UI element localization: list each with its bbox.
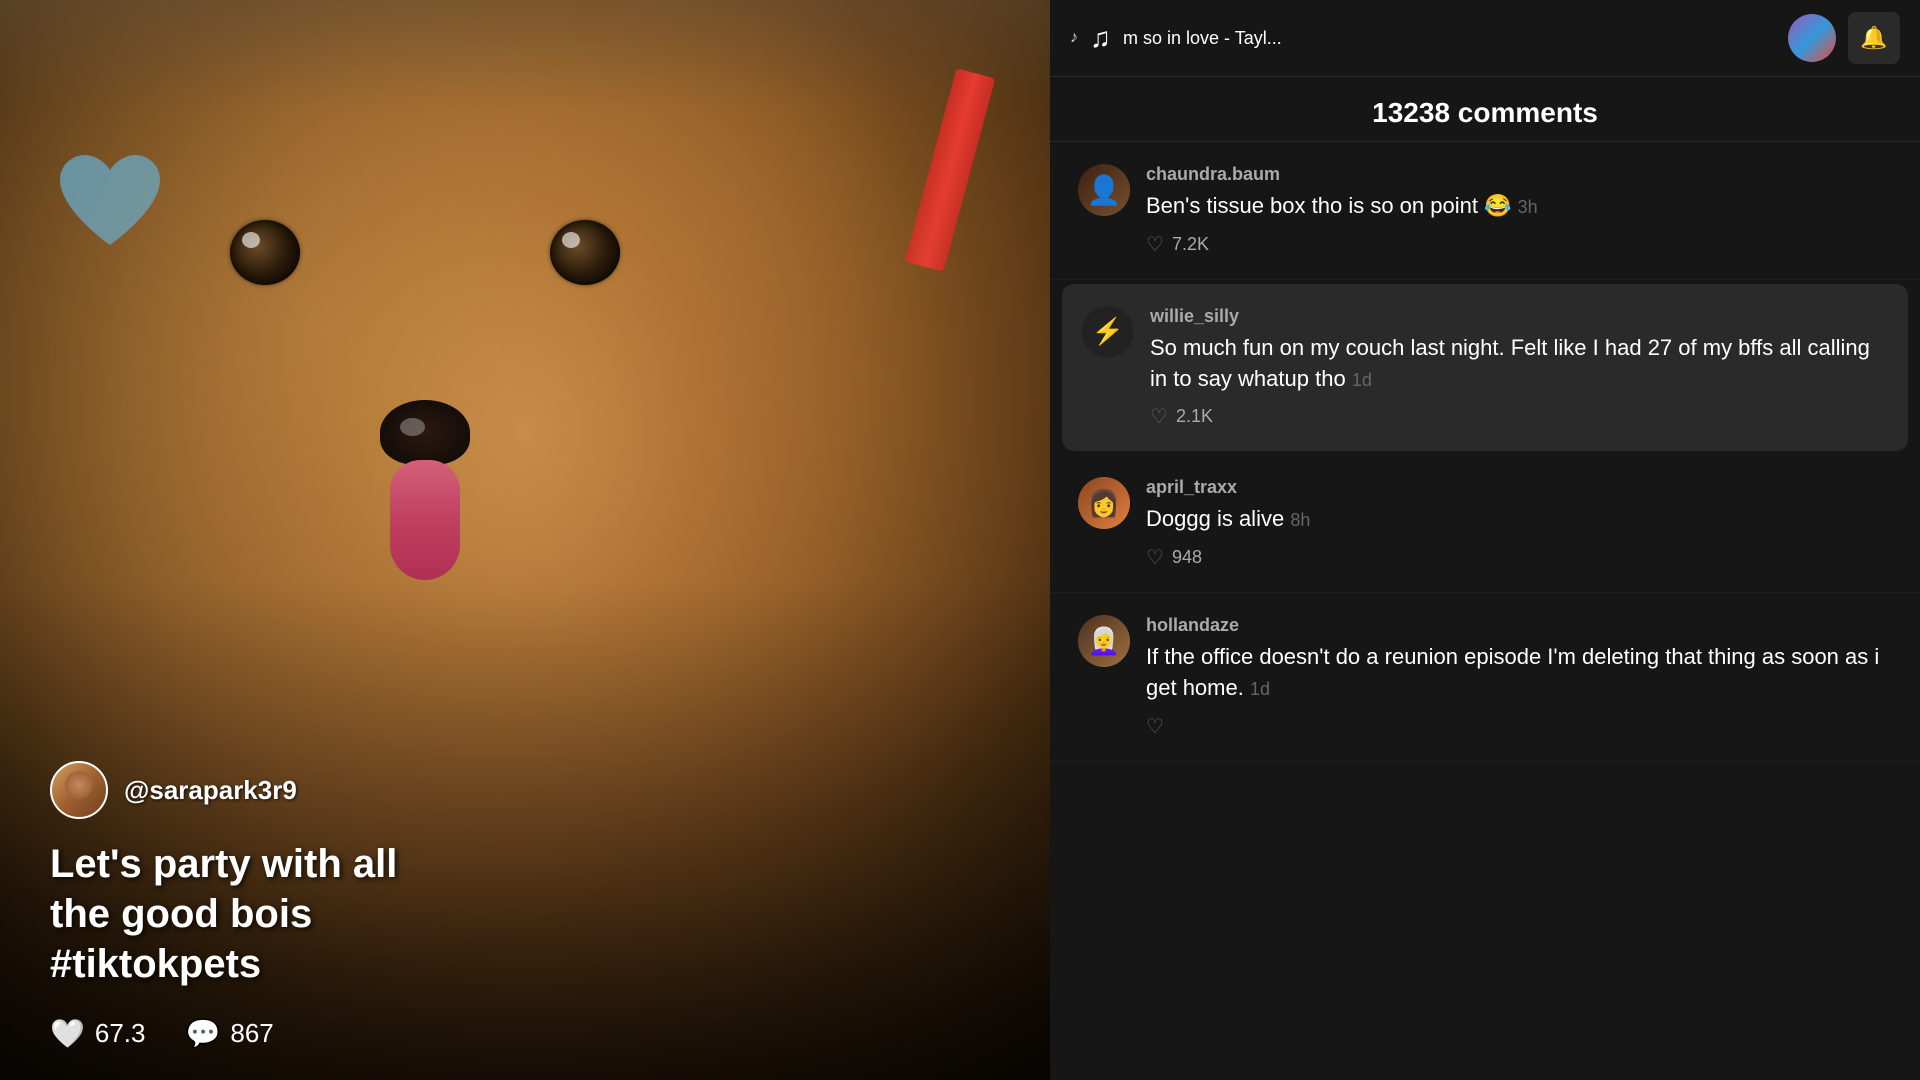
comment-item-hollandaze: 👩‍🦳 hollandaze If the office doesn't do … <box>1050 593 1920 762</box>
dog-eye-right <box>550 220 620 285</box>
comment-text-chaundra: Ben's tissue box tho is so on point 😂 3h <box>1146 191 1892 222</box>
comment-avatar-april[interactable]: 👩 <box>1078 477 1130 529</box>
dog-nose <box>380 400 470 465</box>
comment-body-willie: willie_silly So much fun on my couch las… <box>1150 306 1888 430</box>
comment-item-april: 👩 april_traxx Doggg is alive 8h ♡ 948 <box>1050 455 1920 593</box>
like-count-willie: 2.1K <box>1176 406 1213 427</box>
comments-count-bar: 13238 comments <box>1050 77 1920 142</box>
avatar-face-willie: ⚡ <box>1082 306 1134 358</box>
avatar-face-april: 👩 <box>1078 477 1130 529</box>
comment-time-hollandaze: 1d <box>1250 679 1270 699</box>
top-bar-actions: 🔔 <box>1788 12 1900 64</box>
comments-count: 867 <box>230 1018 273 1049</box>
comment-username-hollandaze: hollandaze <box>1146 615 1892 636</box>
comment-time: 3h <box>1518 197 1538 217</box>
music-marquee: ♪ ♫ m so in love - Tayl... <box>1070 22 1788 54</box>
video-panel: @sarapark3r9 Let's party with all the go… <box>0 0 1050 1080</box>
comment-footer-april: ♡ 948 <box>1146 545 1892 570</box>
comment-avatar-hollandaze[interactable]: 👩‍🦳 <box>1078 615 1130 667</box>
video-caption: Let's party with all the good bois #tikt… <box>50 839 650 989</box>
comment-username: chaundra.baum <box>1146 164 1892 185</box>
author-name: @sarapark3r9 <box>124 775 297 806</box>
author-row: @sarapark3r9 <box>50 761 1050 819</box>
dog-eye-left <box>230 220 300 285</box>
avatar-face: 👤 <box>1078 164 1130 216</box>
like-count: 7.2K <box>1172 234 1209 255</box>
comments-list[interactable]: 👤 chaundra.baum Ben's tissue box tho is … <box>1050 142 1920 1080</box>
author-avatar[interactable] <box>50 761 108 819</box>
comment-avatar-chaundra[interactable]: 👤 <box>1078 164 1130 216</box>
comment-time-willie: 1d <box>1352 370 1372 390</box>
music-track-text: m so in love - Tayl... <box>1123 28 1282 49</box>
music-note-large-icon: ♫ <box>1090 22 1111 54</box>
bell-icon: 🔔 <box>1860 25 1887 51</box>
top-bar: ♪ ♫ m so in love - Tayl... 🔔 <box>1050 0 1920 77</box>
likes-stat[interactable]: 🤍 67.3 <box>50 1017 145 1050</box>
comment-text-willie: So much fun on my couch last night. Felt… <box>1150 333 1888 395</box>
like-icon-hollandaze[interactable]: ♡ <box>1146 714 1164 739</box>
comment-item-highlighted: ⚡ willie_silly So much fun on my couch l… <box>1062 284 1908 452</box>
comments-panel: ♪ ♫ m so in love - Tayl... 🔔 13238 comme… <box>1050 0 1920 1080</box>
comment-username-april: april_traxx <box>1146 477 1892 498</box>
comment-time-april: 8h <box>1290 510 1310 530</box>
comment-body-hollandaze: hollandaze If the office doesn't do a re… <box>1146 615 1892 739</box>
comment-text-hollandaze: If the office doesn't do a reunion episo… <box>1146 642 1892 704</box>
video-content-overlay: @sarapark3r9 Let's party with all the go… <box>0 761 1050 1080</box>
comment-text-april: Doggg is alive 8h <box>1146 504 1892 535</box>
comment-body-chaundra: chaundra.baum Ben's tissue box tho is so… <box>1146 164 1892 257</box>
comment-username-willie: willie_silly <box>1150 306 1888 327</box>
comment-icon: 💬 <box>185 1017 220 1050</box>
likes-count: 67.3 <box>95 1018 146 1049</box>
comment-footer-hollandaze: ♡ <box>1146 714 1892 739</box>
comment-item: 👤 chaundra.baum Ben's tissue box tho is … <box>1050 142 1920 280</box>
avatar-face-hollandaze: 👩‍🦳 <box>1078 615 1130 667</box>
comment-footer-willie: ♡ 2.1K <box>1150 404 1888 429</box>
music-note-small-icon: ♪ <box>1070 29 1078 47</box>
heart-icon: 🤍 <box>50 1017 85 1050</box>
comment-footer: ♡ 7.2K <box>1146 232 1892 257</box>
notification-button[interactable]: 🔔 <box>1848 12 1900 64</box>
comment-avatar-willie[interactable]: ⚡ <box>1082 306 1134 358</box>
like-icon[interactable]: ♡ <box>1146 232 1164 257</box>
dog-tongue <box>390 460 460 580</box>
like-count-april: 948 <box>1172 547 1202 568</box>
comments-count-text: 13238 comments <box>1078 97 1892 129</box>
comment-body-april: april_traxx Doggg is alive 8h ♡ 948 <box>1146 477 1892 570</box>
like-icon[interactable]: ♡ <box>1150 404 1168 429</box>
user-avatar-button[interactable] <box>1788 14 1836 62</box>
like-icon-april[interactable]: ♡ <box>1146 545 1164 570</box>
video-stats: 🤍 67.3 💬 867 <box>50 1017 1050 1050</box>
comments-stat[interactable]: 💬 867 <box>185 1017 273 1050</box>
